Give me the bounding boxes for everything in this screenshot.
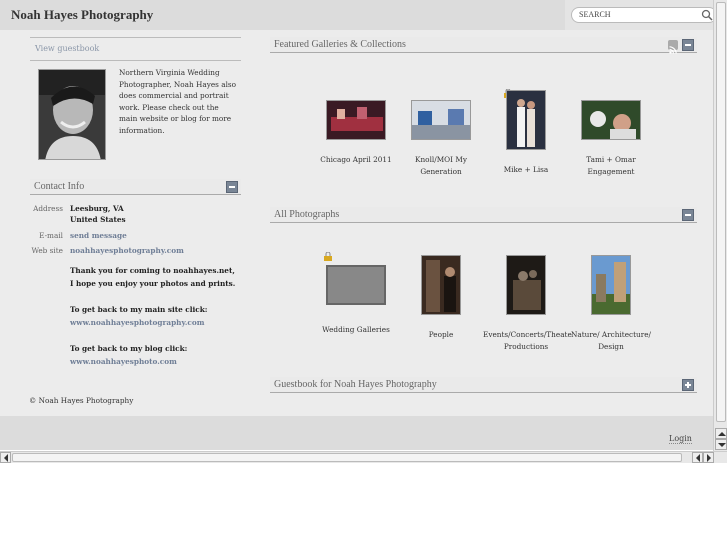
scroll-left-button[interactable] [0, 452, 11, 463]
divider [30, 60, 241, 61]
main-content: Featured Galleries & Collections Chicago… [270, 37, 697, 393]
email-label: E-mail [39, 231, 63, 240]
gallery-thumb[interactable] [591, 255, 631, 315]
blog-link[interactable]: www.noahhayesphoto.com [70, 357, 177, 366]
gallery-thumb[interactable] [506, 255, 546, 315]
address-label: Address [33, 204, 63, 213]
search-box[interactable]: SEARCH [571, 7, 717, 23]
site-title[interactable]: Noah Hayes Photography [11, 7, 153, 23]
gallery-caption[interactable]: Wedding Galleries [313, 324, 399, 336]
gallery-thumb[interactable] [506, 90, 546, 150]
main-site-link[interactable]: www.noahhayesphotography.com [70, 318, 204, 327]
horizontal-scroll-thumb[interactable] [12, 453, 682, 462]
profile-photo [38, 69, 106, 160]
blog-note: To get back to my blog click: [70, 344, 188, 353]
contact-section: Contact Info Address Leesburg, VA United… [30, 179, 241, 403]
gallery-caption[interactable]: Chicago April 2011 [313, 154, 399, 166]
collapse-icon[interactable] [226, 181, 238, 193]
scroll-right-button[interactable] [703, 452, 714, 463]
title-area: Noah Hayes Photography [0, 0, 565, 30]
lock-icon [324, 252, 332, 261]
gallery-card[interactable]: Mike + Lisa [483, 83, 569, 176]
gallery-caption[interactable]: People [398, 329, 484, 341]
gallery-caption[interactable]: Knoll/MOI My Generation [398, 154, 484, 178]
website-link[interactable]: noahhayesphotography.com [70, 245, 184, 256]
vertical-scrollbar[interactable] [713, 0, 727, 451]
login-link[interactable]: Login [669, 434, 692, 444]
email-row: E-mail send message [30, 230, 241, 241]
gallery-thumb[interactable] [326, 265, 386, 305]
address-row: Address Leesburg, VA [30, 203, 241, 214]
footer-bar [0, 416, 713, 450]
thanks-note: Thank you for coming to noahhayes.net, I… [70, 266, 236, 288]
gallery-card[interactable]: Nature/ Architecture/ Design [568, 253, 654, 353]
contact-heading: Contact Info [34, 181, 85, 192]
gallery-thumb[interactable] [326, 100, 386, 140]
gallery-thumb[interactable] [581, 100, 641, 140]
featured-gallery-row: Chicago April 2011 Knoll/MOI My Generati… [270, 53, 697, 191]
collapse-icon[interactable] [682, 209, 694, 221]
rss-icon[interactable] [668, 40, 678, 54]
bio-text: Northern Virginia Wedding Photographer, … [119, 68, 237, 135]
gallery-card[interactable]: Knoll/MOI My Generation [398, 83, 484, 178]
main-site-link-wrap: www.noahhayesphotography.com [70, 316, 240, 329]
collapse-icon[interactable] [682, 39, 694, 51]
contact-header: Contact Info [30, 179, 241, 195]
address-line1: Leesburg, VA [70, 204, 124, 213]
gallery-card[interactable]: Wedding Galleries [313, 252, 399, 336]
expand-icon[interactable] [682, 379, 694, 391]
all-photos-row: Wedding Galleries People Events/Concerts… [270, 223, 697, 361]
page-viewport: Noah Hayes Photography View guestbook No… [0, 0, 713, 450]
featured-header: Featured Galleries & Collections [270, 37, 697, 54]
search-icon[interactable] [701, 9, 713, 21]
all-photos-header: All Photographs [270, 207, 697, 223]
gallery-caption[interactable]: Nature/ Architecture/ Design [568, 329, 654, 353]
address-line2: United States [70, 215, 126, 224]
guestbook-header: Guestbook for Noah Hayes Photography [270, 377, 697, 393]
scroll-down-button[interactable] [715, 439, 727, 450]
website-row: Web site noahhayesphotography.com [30, 245, 241, 256]
gallery-card[interactable]: People [398, 253, 484, 341]
gallery-card[interactable]: Chicago April 2011 [313, 83, 399, 166]
gallery-caption[interactable]: Mike + Lisa [483, 164, 569, 176]
gallery-caption[interactable]: Tami + Omar Engagement [568, 154, 654, 178]
scroll-up-button[interactable] [715, 428, 727, 439]
vertical-scroll-thumb[interactable] [716, 2, 726, 422]
gallery-caption[interactable]: Events/Concerts/Theate Productions [483, 329, 572, 353]
scroll-left-button-2[interactable] [692, 452, 703, 463]
gallery-thumb[interactable] [421, 255, 461, 315]
copyright: © Noah Hayes Photography [29, 396, 134, 405]
featured-heading: Featured Galleries & Collections [274, 39, 406, 50]
horizontal-scrollbar[interactable] [0, 451, 727, 463]
gallery-card[interactable]: Events/Concerts/Theate Productions [483, 253, 572, 353]
sidebar: View guestbook Northern Virginia Wedding… [30, 37, 241, 160]
main-site-note: To get back to my main site click: [70, 305, 208, 314]
contact-rows: Address Leesburg, VA United States E-mai… [30, 203, 241, 403]
guestbook-heading: Guestbook for Noah Hayes Photography [274, 379, 437, 390]
blog-link-wrap: www.noahhayesphoto.com [70, 355, 240, 368]
gallery-card[interactable]: Tami + Omar Engagement [568, 83, 654, 178]
search-input[interactable]: SEARCH [579, 10, 611, 19]
address-row-2: United States [30, 214, 241, 225]
all-photos-heading: All Photographs [274, 209, 340, 220]
gallery-thumb[interactable] [411, 100, 471, 140]
website-label: Web site [31, 246, 63, 255]
send-message-link[interactable]: send message [70, 230, 127, 241]
view-guestbook-link[interactable]: View guestbook [30, 38, 241, 60]
